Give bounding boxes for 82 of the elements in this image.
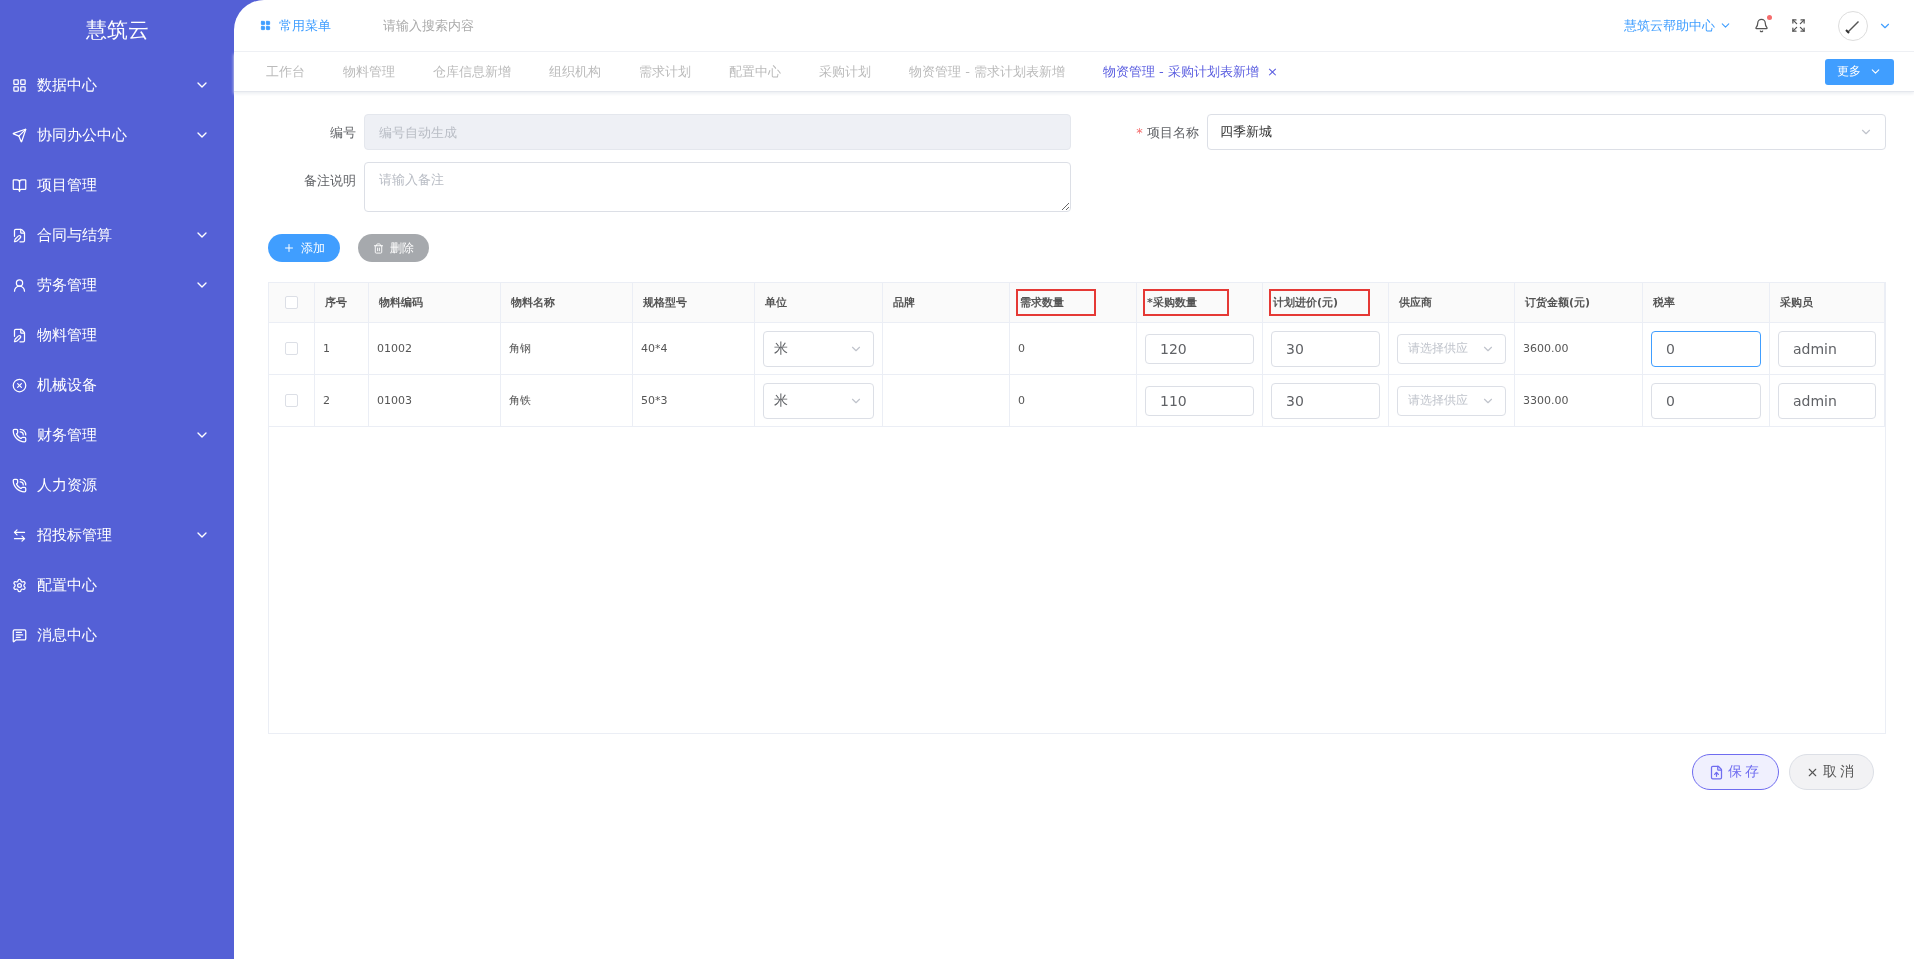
- price-field[interactable]: 30: [1271, 330, 1380, 367]
- table-cell: 1: [315, 323, 369, 374]
- phone-icon: [12, 477, 27, 493]
- plus-icon: [283, 242, 295, 254]
- sidebar-item[interactable]: 招投标管理: [0, 510, 234, 560]
- circle-x-icon: [12, 377, 27, 393]
- column-header: 税率: [1652, 295, 1676, 311]
- checkbox[interactable]: [285, 342, 298, 355]
- remark-field[interactable]: 请输入备注: [364, 162, 1071, 212]
- project-select[interactable]: 四季新城: [1207, 114, 1886, 150]
- quantity-field[interactable]: 110: [1145, 385, 1254, 416]
- buyer-field[interactable]: admin: [1778, 330, 1876, 367]
- table-cell: 角钢: [501, 323, 633, 374]
- sidebar-item[interactable]: 财务管理: [0, 410, 234, 460]
- sidebar-item[interactable]: 物料管理: [0, 310, 234, 360]
- favorites-menu[interactable]: 常用菜单: [260, 16, 331, 35]
- add-button[interactable]: 添加: [268, 234, 340, 262]
- table-cell: 3600.00: [1515, 323, 1643, 374]
- tax-field[interactable]: 0: [1651, 382, 1761, 419]
- sidebar-item[interactable]: 项目管理: [0, 160, 234, 210]
- close-icon[interactable]: ×: [1266, 64, 1278, 79]
- column-header: 品牌: [892, 295, 916, 311]
- swap-icon: [12, 527, 27, 543]
- phone-icon: [12, 427, 27, 443]
- column-header: 物料编码: [378, 295, 424, 311]
- notification-icon[interactable]: [1754, 18, 1769, 33]
- book-icon: [12, 177, 27, 193]
- tab[interactable]: 物资管理 - 采购计划表新增 ×: [1086, 62, 1300, 81]
- unit-select[interactable]: 米: [763, 382, 874, 419]
- sidebar-item[interactable]: 协同办公中心: [0, 110, 234, 160]
- field-label: 备注说明: [303, 172, 356, 190]
- column-header: 序号: [324, 295, 348, 311]
- table-cell: 01002: [369, 323, 501, 374]
- fullscreen-icon[interactable]: [1791, 18, 1806, 33]
- sidebar-item[interactable]: 数据中心: [0, 60, 234, 110]
- field-label: 编号: [329, 124, 356, 142]
- column-header: 单位: [764, 295, 788, 311]
- column-header: 采购员: [1779, 295, 1814, 311]
- checkbox[interactable]: [285, 296, 298, 309]
- column-header: 订货金额(元): [1524, 295, 1592, 311]
- grid-icon: [12, 77, 27, 93]
- sidebar-item[interactable]: 劳务管理: [0, 260, 234, 310]
- sidebar-item[interactable]: 机械设备: [0, 360, 234, 410]
- grid-icon: [260, 20, 271, 31]
- sidebar-item[interactable]: 配置中心: [0, 560, 234, 610]
- help-center-link[interactable]: 慧筑云帮助中心: [1624, 16, 1732, 35]
- table-cell: 0: [1010, 375, 1137, 426]
- user-icon: [12, 277, 27, 293]
- trash-icon: [373, 242, 384, 254]
- cancel-button[interactable]: 取消: [1789, 754, 1874, 790]
- app-logo: 慧筑云: [84, 17, 150, 44]
- buyer-field[interactable]: admin: [1778, 382, 1876, 419]
- more-button[interactable]: 更多: [1825, 58, 1894, 85]
- column-header: 需求数量: [1018, 291, 1094, 314]
- table-cell: 0: [1010, 323, 1137, 374]
- sidebar-item[interactable]: 消息中心: [0, 610, 234, 660]
- tax-field[interactable]: 0: [1651, 330, 1761, 367]
- column-header: 计划进价(元): [1271, 291, 1369, 314]
- table-cell: 3300.00: [1515, 375, 1643, 426]
- unit-select[interactable]: 米: [763, 330, 874, 367]
- document-edit-icon: [12, 227, 27, 243]
- quantity-field[interactable]: 120: [1145, 333, 1254, 364]
- table-cell: 40*4: [633, 323, 755, 374]
- save-button[interactable]: 保存: [1692, 754, 1779, 790]
- table-cell: 角铁: [501, 375, 633, 426]
- file-upload-icon: [1709, 764, 1724, 780]
- checkbox[interactable]: [285, 394, 298, 407]
- field-label: * 项目名称: [1135, 124, 1199, 142]
- table-cell: 01003: [369, 375, 501, 426]
- document-edit-icon: [12, 327, 27, 343]
- sidebar-item[interactable]: 人力资源: [0, 460, 234, 510]
- send-icon: [12, 127, 27, 143]
- table-cell: 50*3: [633, 375, 755, 426]
- column-header: 供应商: [1398, 295, 1433, 311]
- settings-icon: [12, 577, 27, 593]
- column-header: *采购数量: [1145, 291, 1227, 314]
- column-header: 物料名称: [510, 295, 556, 311]
- table-cell: 2: [315, 375, 369, 426]
- column-header: 规格型号: [642, 295, 688, 311]
- message-icon: [12, 627, 27, 643]
- sidebar-item[interactable]: 合同与结算: [0, 210, 234, 260]
- price-field[interactable]: 30: [1271, 382, 1380, 419]
